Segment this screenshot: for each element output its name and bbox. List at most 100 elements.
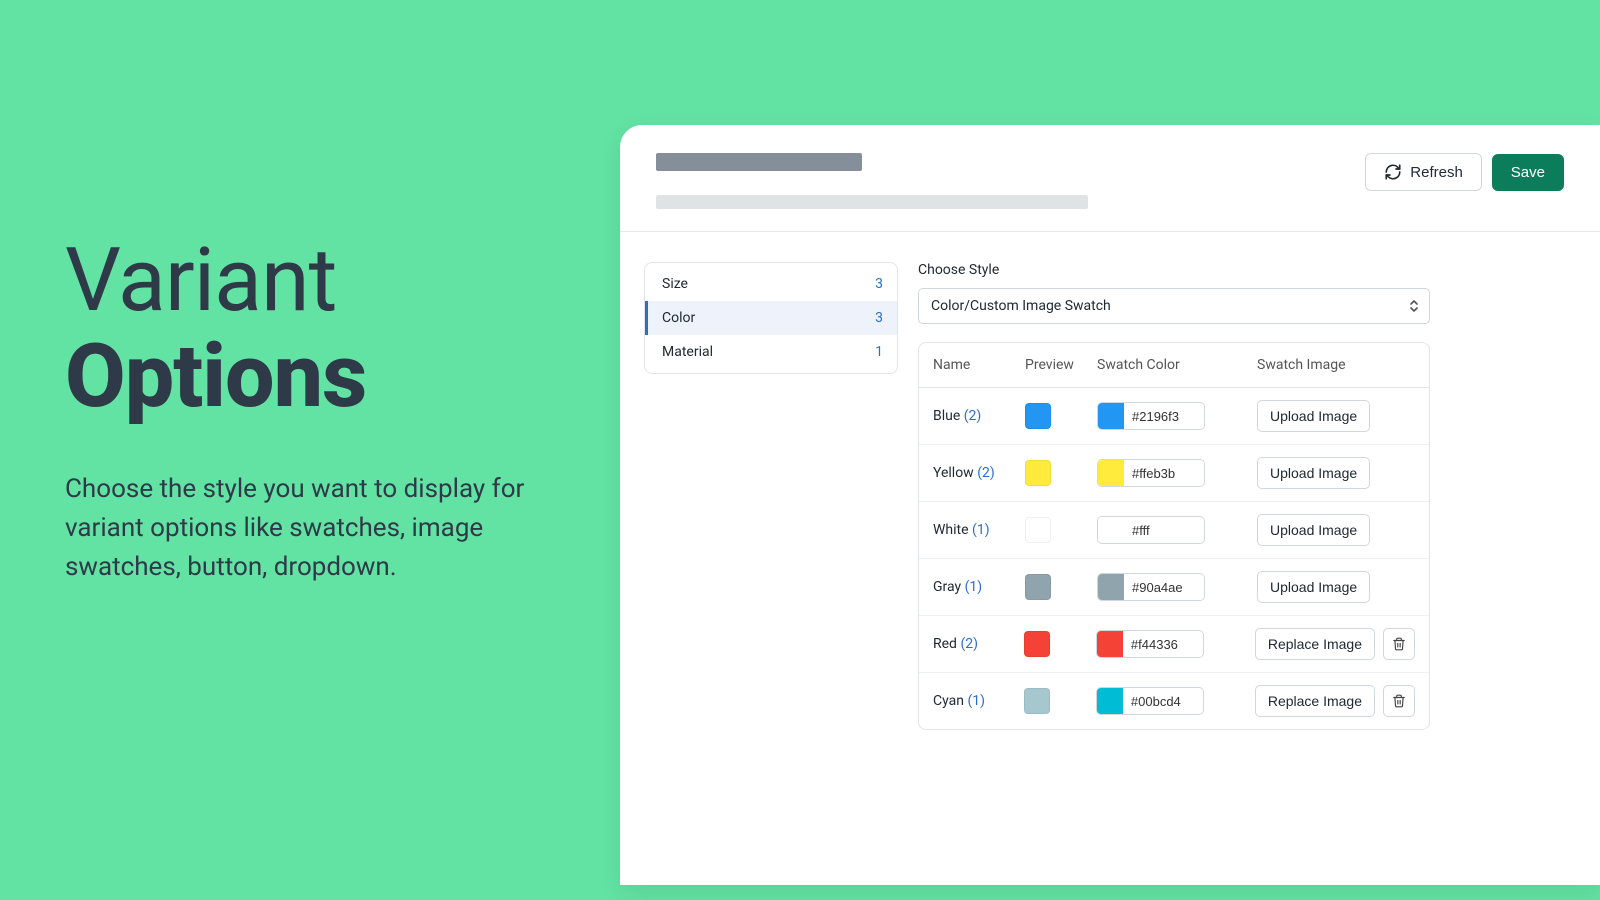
header-placeholders [656, 153, 1365, 209]
app-window: Refresh Save Size 3 Color 3 Material 1 Choose… [620, 125, 1600, 885]
swatch-color-chip[interactable] [1097, 631, 1123, 657]
sidebar-item-material[interactable]: Material 1 [645, 335, 897, 369]
refresh-button[interactable]: Refresh [1365, 153, 1482, 191]
swatch-hex-field[interactable] [1124, 575, 1204, 600]
th-swatch-color: Swatch Color [1097, 357, 1257, 373]
row-swatch-color [1096, 630, 1255, 658]
sidebar-item-label: Color [662, 310, 695, 326]
table-row: Yellow (2)Upload Image [919, 445, 1429, 502]
th-name: Name [933, 357, 1025, 373]
row-count: (1) [965, 579, 983, 595]
swatch-color-chip[interactable] [1098, 517, 1124, 543]
row-swatch-image: Replace Image [1255, 628, 1415, 660]
row-count: (2) [964, 408, 982, 424]
row-count: (1) [972, 522, 990, 538]
swatch-hex-field[interactable] [1123, 632, 1203, 657]
table-row: White (1) Upload Image [919, 502, 1429, 559]
table-row: Blue (2) Upload Image [919, 388, 1429, 445]
row-count: (2) [977, 465, 995, 481]
swatch-color-chip[interactable] [1098, 403, 1124, 429]
swatch-color-chip[interactable] [1098, 574, 1124, 600]
row-swatch-color [1096, 687, 1255, 715]
row-preview [1024, 688, 1096, 714]
row-count: (2) [960, 636, 978, 652]
swatch-table: Name Preview Swatch Color Swatch Image B… [918, 342, 1430, 730]
app-body: Size 3 Color 3 Material 1 Choose Style Color/… [620, 232, 1600, 730]
hero-title-line-2: Options [65, 331, 570, 423]
swatch-hex-field[interactable] [1124, 404, 1204, 429]
delete-image-button[interactable] [1383, 685, 1415, 717]
row-count: (1) [967, 693, 985, 709]
th-swatch-image: Swatch Image [1257, 357, 1415, 373]
preview-swatch [1024, 688, 1050, 714]
row-swatch-color [1097, 459, 1257, 487]
upload-image-button[interactable]: Upload Image [1257, 400, 1370, 432]
swatch-color-input[interactable] [1097, 516, 1205, 544]
hero-text-block: Variant Options Choose the style you wan… [65, 235, 570, 587]
swatch-color-input[interactable] [1097, 402, 1205, 430]
row-swatch-color [1097, 516, 1257, 544]
sidebar-item-label: Material [662, 344, 713, 360]
table-row: Gray (1) Upload Image [919, 559, 1429, 616]
row-swatch-color [1097, 402, 1257, 430]
row-swatch-image: Upload Image [1257, 514, 1415, 546]
swatch-color-input[interactable] [1097, 573, 1205, 601]
option-type-sidebar: Size 3 Color 3 Material 1 [644, 262, 898, 374]
row-name: Red (2) [933, 636, 1024, 652]
replace-image-button[interactable]: Replace Image [1255, 685, 1375, 717]
delete-image-button[interactable] [1383, 628, 1415, 660]
table-body: Blue (2)Upload ImageYellow (2)Upload Ima… [919, 388, 1429, 729]
preview-swatch [1024, 631, 1050, 657]
preview-swatch [1025, 403, 1051, 429]
row-name: Cyan (1) [933, 693, 1024, 709]
replace-image-button[interactable]: Replace Image [1255, 628, 1375, 660]
trash-icon [1392, 694, 1406, 708]
preview-swatch [1025, 574, 1051, 600]
trash-icon [1392, 637, 1406, 651]
swatch-hex-field[interactable] [1123, 689, 1203, 714]
swatch-color-input[interactable] [1096, 687, 1204, 715]
main-panel: Choose Style Color/Custom Image Swatch N… [918, 262, 1600, 730]
row-swatch-image: Upload Image [1257, 400, 1415, 432]
style-select[interactable]: Color/Custom Image Swatch [918, 288, 1430, 324]
table-row: Red (2) Replace Image [919, 616, 1429, 673]
th-preview: Preview [1025, 357, 1097, 373]
row-preview [1025, 517, 1097, 543]
upload-image-button[interactable]: Upload Image [1257, 457, 1370, 489]
hero-description: Choose the style you want to display for… [65, 470, 570, 587]
choose-style-label: Choose Style [918, 262, 1600, 278]
swatch-color-chip[interactable] [1097, 688, 1123, 714]
row-preview [1024, 631, 1096, 657]
hero-title-line-1: Variant [65, 235, 570, 327]
sidebar-item-label: Size [662, 276, 688, 292]
sidebar-item-color[interactable]: Color 3 [645, 301, 897, 335]
header-actions: Refresh Save [1365, 153, 1564, 191]
sidebar-item-count: 3 [875, 310, 883, 326]
row-name: Blue (2) [933, 408, 1025, 424]
row-swatch-image: Upload Image [1257, 457, 1415, 489]
swatch-color-input[interactable] [1096, 630, 1204, 658]
row-preview [1025, 574, 1097, 600]
swatch-hex-field[interactable] [1124, 518, 1204, 543]
preview-swatch [1025, 460, 1051, 486]
style-select-wrap: Color/Custom Image Swatch [918, 288, 1430, 324]
table-row: Cyan (1) Replace Image [919, 673, 1429, 729]
sidebar-item-size[interactable]: Size 3 [645, 267, 897, 301]
save-button[interactable]: Save [1492, 154, 1564, 191]
preview-swatch [1025, 517, 1051, 543]
row-swatch-color [1097, 573, 1257, 601]
table-header-row: Name Preview Swatch Color Swatch Image [919, 343, 1429, 388]
upload-image-button[interactable]: Upload Image [1257, 514, 1370, 546]
row-name: Gray (1) [933, 579, 1025, 595]
swatch-hex-field[interactable] [1124, 461, 1204, 486]
sidebar-item-count: 1 [875, 344, 883, 360]
swatch-color-chip[interactable] [1098, 460, 1124, 486]
refresh-icon [1384, 163, 1402, 181]
save-button-label: Save [1511, 164, 1545, 181]
upload-image-button[interactable]: Upload Image [1257, 571, 1370, 603]
sidebar-item-count: 3 [875, 276, 883, 292]
row-swatch-image: Replace Image [1255, 685, 1415, 717]
row-name: White (1) [933, 522, 1025, 538]
refresh-button-label: Refresh [1410, 164, 1463, 181]
swatch-color-input[interactable] [1097, 459, 1205, 487]
